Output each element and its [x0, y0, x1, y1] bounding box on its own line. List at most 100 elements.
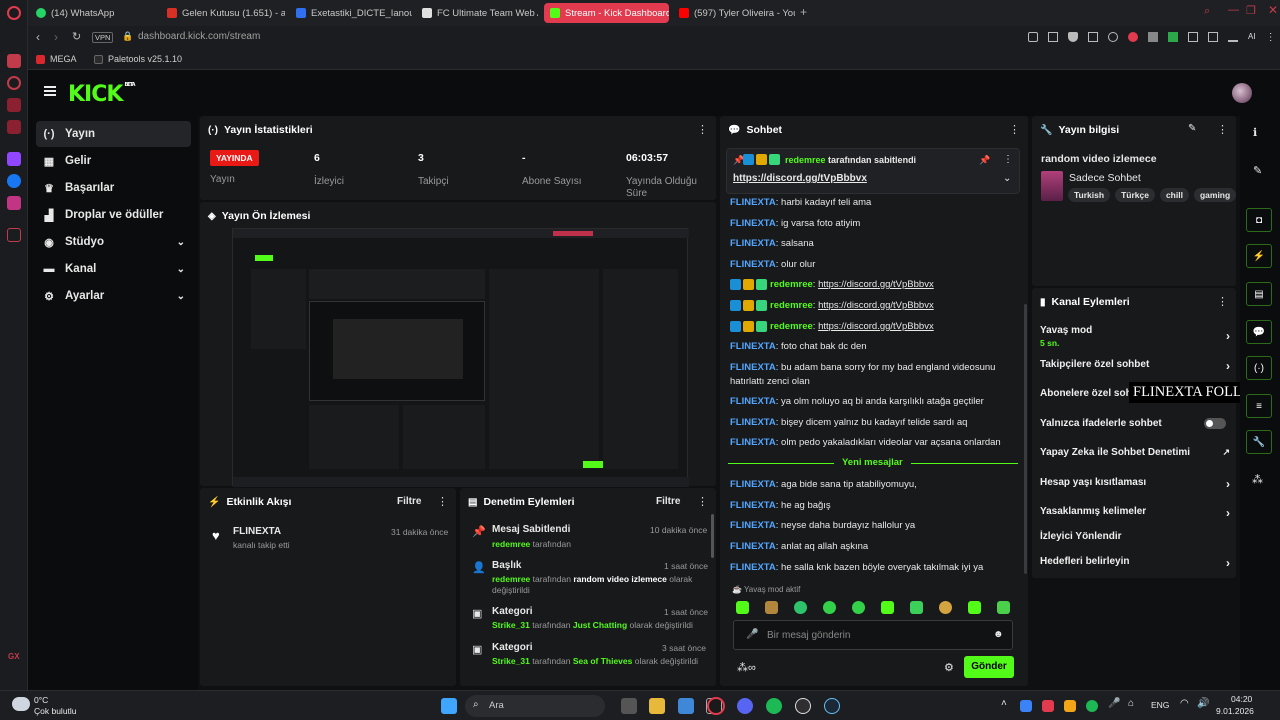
new-tab-button[interactable]: +	[800, 5, 807, 19]
set-goals-action[interactable]: Hedefleri belirleyin ›	[1040, 556, 1230, 570]
aria-icon[interactable]	[7, 54, 21, 68]
opera-gx-icon[interactable]	[707, 697, 725, 715]
chat-tools-icon[interactable]: ⁂∞	[737, 661, 756, 674]
file-explorer-icon[interactable]	[649, 698, 665, 714]
more-options-icon[interactable]: ⋮	[1009, 123, 1020, 136]
search-tabs-icon[interactable]: ⌕	[1204, 5, 1210, 18]
emote-icon[interactable]	[939, 601, 952, 614]
volume-icon[interactable]: 🔊	[1197, 698, 1209, 709]
history-icon[interactable]	[7, 76, 21, 90]
start-icon[interactable]	[441, 698, 457, 714]
notes-button[interactable]: ▤	[1246, 282, 1272, 306]
more-options-icon[interactable]: ⋮	[1003, 154, 1013, 165]
emote-icon[interactable]	[852, 601, 865, 614]
forward-icon[interactable]: ›	[54, 30, 58, 44]
avatar[interactable]	[1232, 83, 1252, 103]
filter-button[interactable]: Filtre	[656, 496, 680, 507]
followers-only-action[interactable]: Takipçilere özel sohbet ›	[1040, 359, 1230, 373]
snapshot-icon[interactable]	[1048, 32, 1058, 42]
taskbar-search[interactable]: ⌕ Ara	[465, 695, 605, 717]
filter-button[interactable]: Filtre	[397, 496, 421, 507]
weather-desc[interactable]: Çok bulutlu	[34, 706, 77, 716]
tray-app-icon[interactable]	[1064, 700, 1076, 712]
emoji-icon[interactable]: ☻	[993, 629, 1004, 640]
tray-app-icon[interactable]	[1042, 700, 1054, 712]
ai-moderation-action[interactable]: Yapay Zeka ile Sohbet Denetimi ↗	[1040, 447, 1230, 458]
tag[interactable]: Türkçe	[1115, 188, 1155, 202]
weather-icon[interactable]	[12, 697, 30, 711]
record-icon[interactable]	[1128, 32, 1138, 42]
emote-icon[interactable]	[910, 601, 923, 614]
unpin-icon[interactable]: 📌	[979, 155, 990, 166]
ai-icon[interactable]: AI	[1248, 32, 1256, 43]
bookmark-icon[interactable]	[7, 98, 21, 112]
kick-logo[interactable]: KICK BETA	[68, 82, 136, 107]
microphone-icon[interactable]: 🎤	[746, 629, 758, 640]
settings-button[interactable]: 🔧	[1246, 430, 1272, 454]
gx-icon[interactable]: GX	[8, 652, 20, 661]
banned-words-action[interactable]: Yasaklanmış kelimeler ›	[1040, 506, 1230, 520]
tray-spotify-icon[interactable]	[1086, 700, 1098, 712]
tab[interactable]: FC Ultimate Team Web Ap	[416, 3, 538, 23]
emote-icon[interactable]	[765, 601, 778, 614]
maximize-button[interactable]: ❐	[1246, 4, 1256, 17]
discord-icon[interactable]	[737, 698, 753, 714]
weather-temp[interactable]: 0°C	[34, 695, 48, 705]
messenger-icon[interactable]	[7, 174, 21, 188]
category-name[interactable]: Sadece Sohbet	[1069, 172, 1141, 184]
tab[interactable]: (14) WhatsApp	[30, 3, 155, 23]
emote-icon[interactable]	[997, 601, 1010, 614]
ext-green-icon[interactable]	[1168, 32, 1178, 42]
wifi-icon[interactable]: ◠	[1180, 698, 1189, 709]
more-options-icon[interactable]: ⋮	[1217, 123, 1228, 136]
heart-icon[interactable]	[1108, 32, 1118, 42]
close-window-button[interactable]: ✕	[1268, 3, 1278, 17]
play-icon[interactable]	[1088, 32, 1098, 42]
chat-button[interactable]: 💬	[1246, 320, 1272, 344]
nav-item-studio[interactable]: ◉ Stüdyo ⌄	[36, 229, 191, 255]
hamburger-menu-icon[interactable]	[44, 86, 56, 96]
edit-icon[interactable]: ✎	[1188, 123, 1196, 134]
more-options-icon[interactable]: ⋮	[697, 495, 708, 508]
tray-expand-icon[interactable]: ˄	[1001, 698, 1007, 709]
emote-icon[interactable]	[794, 601, 807, 614]
twitch-icon[interactable]	[7, 152, 21, 166]
nav-item-stream[interactable]: (·) Yayın	[36, 121, 191, 147]
nav-item-settings[interactable]: ⚙ Ayarlar ⌄	[36, 283, 191, 309]
nav-item-revenue[interactable]: ▦ Gelir	[36, 148, 191, 174]
network-icon[interactable]: ⌂	[1128, 698, 1134, 709]
wallet-icon[interactable]	[7, 120, 21, 134]
slow-mode-action[interactable]: Yavaş mod 5 sn. ›	[1040, 325, 1230, 348]
pinned-message[interactable]: 📌 redemree tarafından sabitlendi 📌 ⋮ htt…	[726, 148, 1020, 194]
stream-preview-video[interactable]	[232, 228, 689, 487]
pinned-link[interactable]: https://discord.gg/tVpBbbvx	[733, 173, 867, 184]
download-icon[interactable]	[1228, 32, 1238, 42]
microphone-icon[interactable]: 🎤	[1108, 698, 1120, 709]
emote-only-action[interactable]: Yalnızca ifadelerle sohbet	[1040, 418, 1226, 429]
clock-date[interactable]: 9.01.2026	[1216, 706, 1254, 716]
send-button[interactable]: Gönder	[964, 656, 1014, 678]
ext-grey-icon[interactable]	[1148, 32, 1158, 42]
vpn-badge[interactable]: VPN	[92, 32, 114, 43]
lightning-button[interactable]: ⚡	[1246, 244, 1272, 268]
back-icon[interactable]: ‹	[36, 30, 40, 44]
ext-outline-icon[interactable]	[1188, 32, 1198, 42]
minimize-button[interactable]: —	[1228, 4, 1239, 16]
tab[interactable]: (597) Tyler Oliveira - YouT	[673, 3, 795, 23]
chat-input-box[interactable]: 🎤 Bir mesaj gönderin ☻	[733, 620, 1013, 650]
bookmark-paletools[interactable]: Paletools v25.1.10	[94, 54, 182, 64]
task-view-icon[interactable]	[621, 698, 637, 714]
reload-icon[interactable]: ↻	[72, 30, 81, 43]
photos-icon[interactable]	[678, 698, 694, 714]
more-options-icon[interactable]: ⋮	[1217, 295, 1228, 308]
more-tools-icon[interactable]: ⁂	[1252, 473, 1263, 486]
language-indicator[interactable]: ENG	[1151, 700, 1169, 710]
tab-active[interactable]: Stream - Kick Dashboard	[544, 3, 669, 23]
more-options-icon[interactable]: ⋮	[437, 495, 448, 508]
menu-dots-icon[interactable]: ⋮	[1266, 32, 1276, 43]
instagram-icon[interactable]	[7, 196, 21, 210]
clock-time[interactable]: 04:20	[1231, 694, 1252, 704]
chat-scrollbar[interactable]	[1024, 304, 1027, 574]
tray-app-icon[interactable]	[1020, 700, 1032, 712]
nav-item-channel[interactable]: ▬ Kanal ⌄	[36, 256, 191, 282]
